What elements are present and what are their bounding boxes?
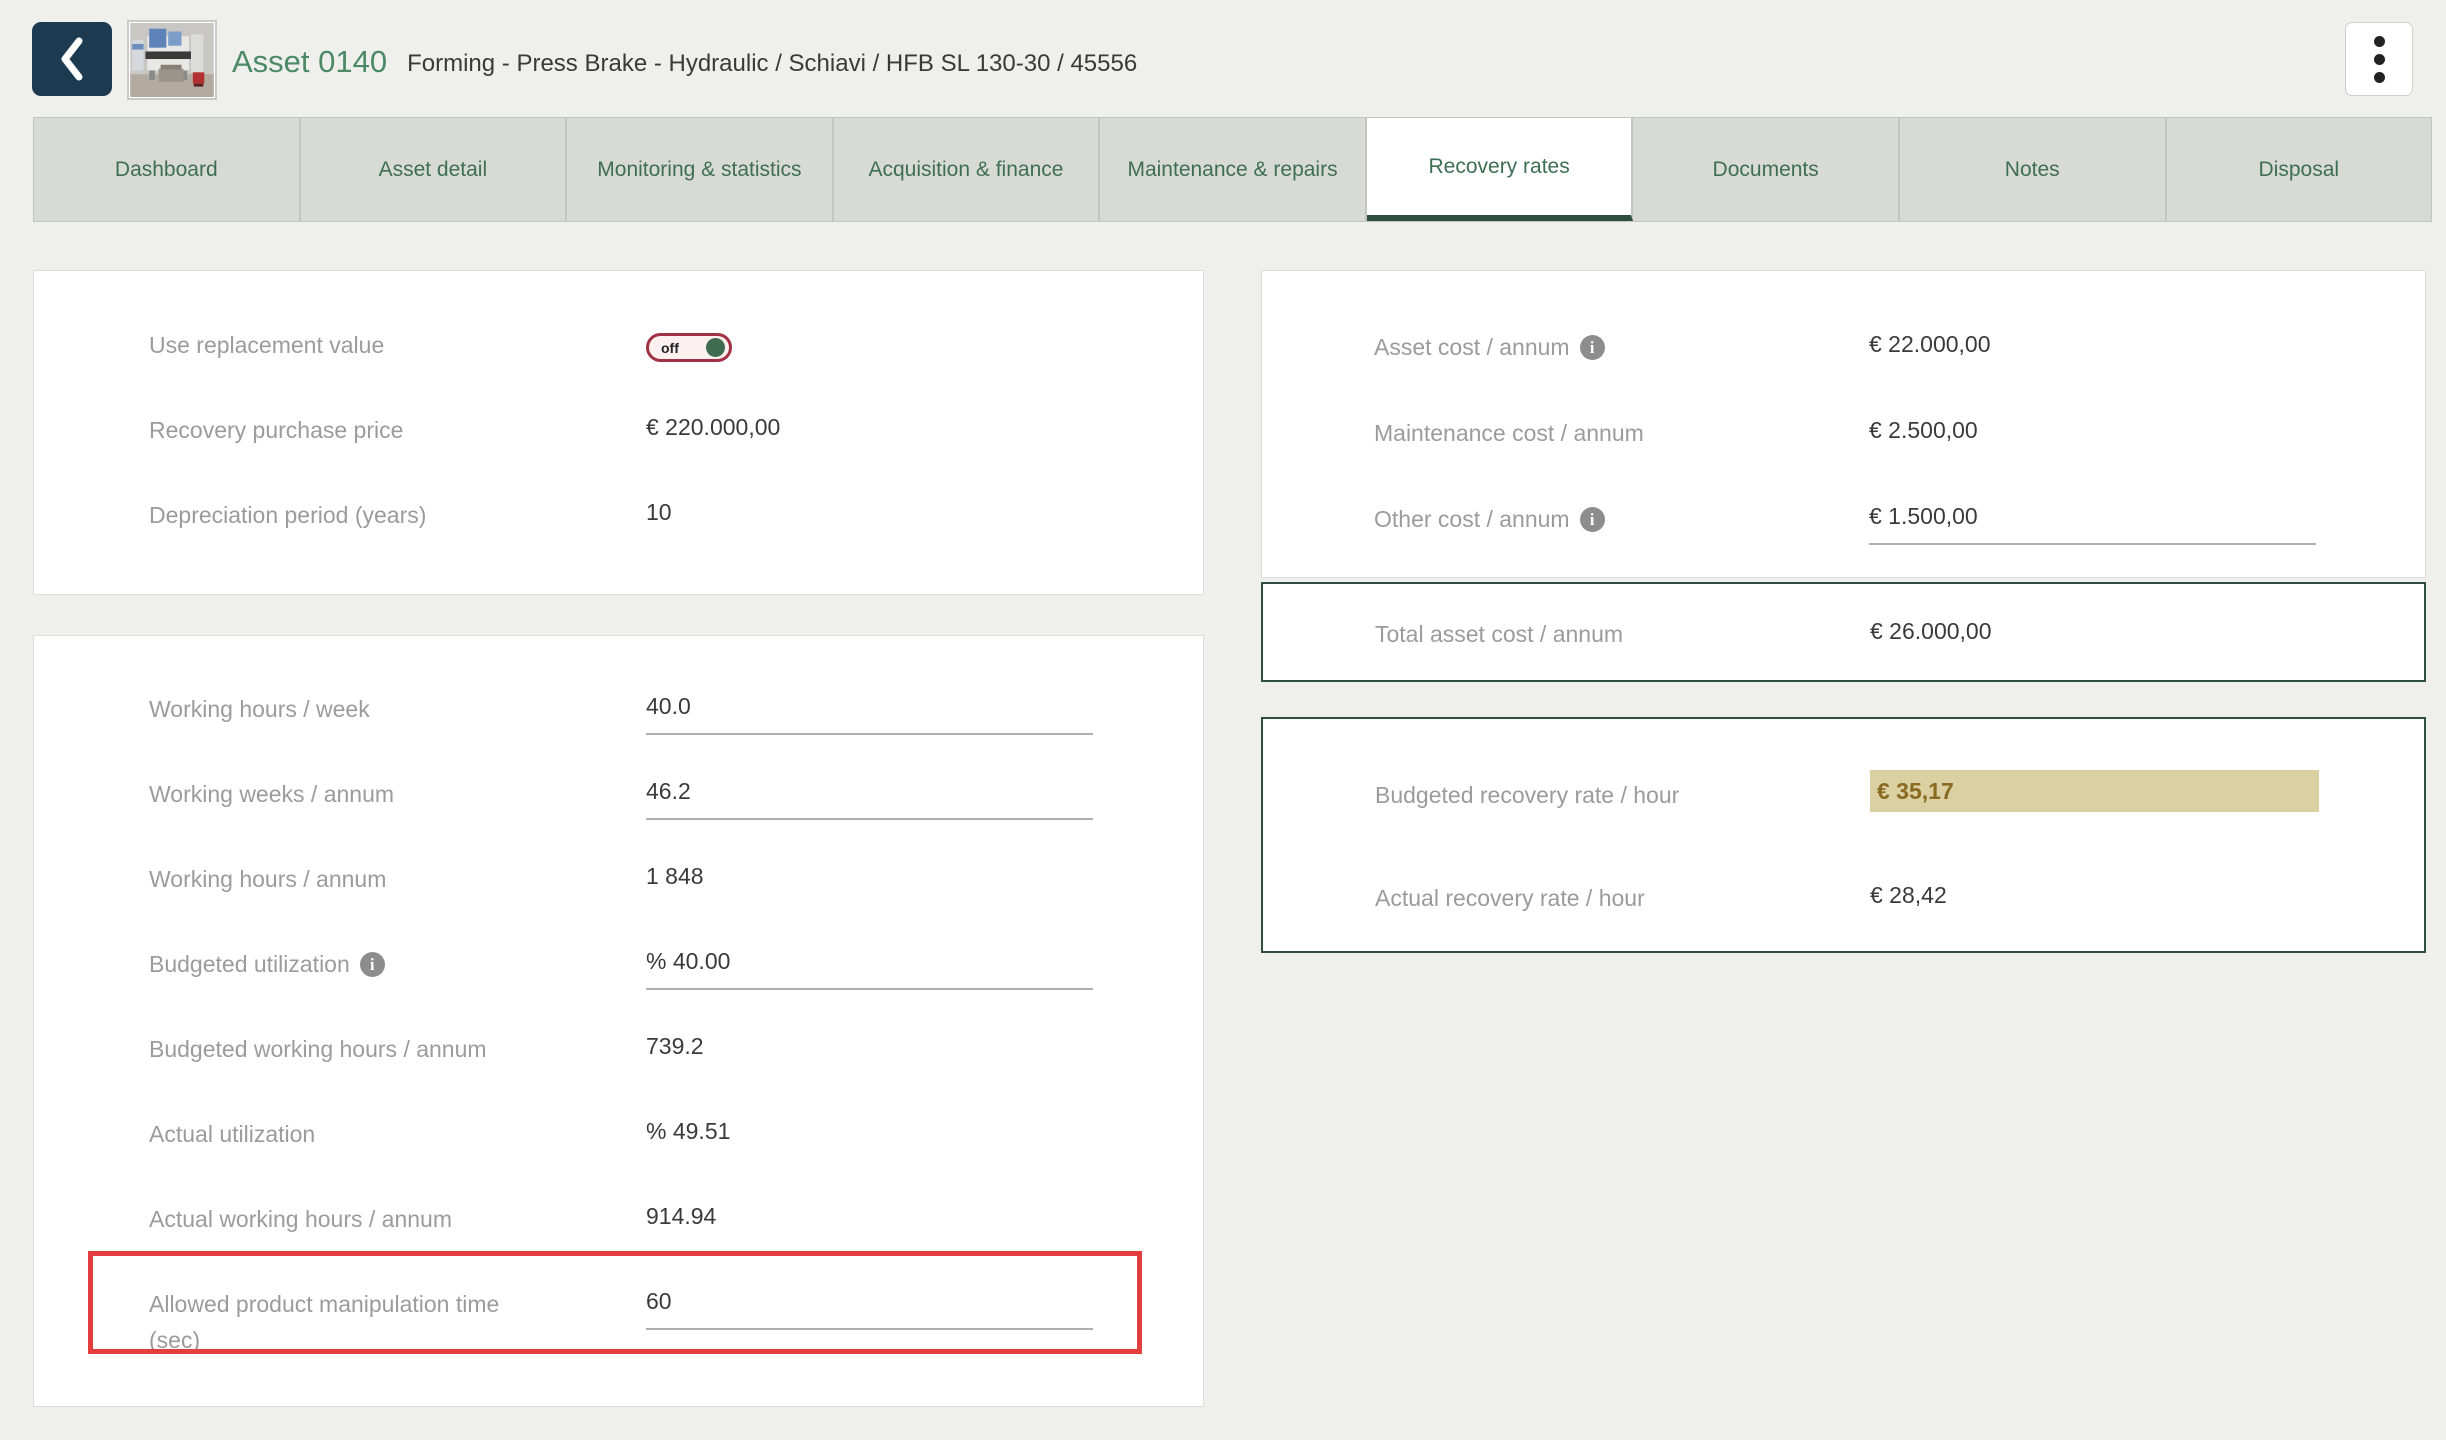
app-window: Asset 0140 Forming - Press Brake - Hydra… (0, 0, 2446, 1440)
tab-asset-detail[interactable]: Asset detail (301, 118, 568, 221)
field-label: Actual working hours / annum (149, 1201, 629, 1237)
asset-cost-panel: Asset cost / annumi € 22.000,00 Maintenanc… (1261, 270, 2426, 578)
field-label: Working hours / week (149, 691, 629, 727)
value-input[interactable]: 46.2 (646, 776, 1093, 820)
field-label: Budgeted recovery rate / hour (1375, 777, 1855, 813)
field-row: Maintenance cost / annum € 2.500,00 (1262, 415, 2425, 501)
asset-thumbnail[interactable] (127, 20, 217, 100)
info-icon[interactable]: i (1580, 335, 1605, 360)
replacement-value-toggle[interactable]: off (646, 333, 732, 362)
page-title: Asset 0140 (232, 38, 387, 80)
field-label: Working hours / annum (149, 861, 629, 897)
field-row: Asset cost / annumi € 22.000,00 (1262, 329, 2425, 415)
value-text: 10 (646, 497, 672, 527)
value-text: € 22.000,00 (1869, 329, 1991, 359)
annotation-red-box (88, 1251, 1142, 1354)
kebab-menu-icon (2374, 32, 2385, 86)
field-row: Working hours / week 40.0 (34, 691, 1203, 776)
field-row: Actual utilization % 49.51 (34, 1116, 1203, 1201)
recovery-rate-box: Budgeted recovery rate / hour€ 35,17Actu… (1261, 717, 2426, 953)
field-label: Use replacement value (149, 327, 629, 363)
field-row: Budgeted recovery rate / hour€ 35,17 (1263, 777, 2424, 880)
field-label: Actual recovery rate / hour (1375, 880, 1855, 916)
back-button[interactable] (32, 22, 112, 96)
field-row: Working weeks / annum 46.2 (34, 776, 1203, 861)
header-titles: Asset 0140 Forming - Press Brake - Hydra… (232, 0, 1137, 118)
chevron-left-icon (56, 36, 88, 82)
value-text: € 220.000,00 (646, 412, 780, 442)
field-label: Asset cost / annumi (1374, 329, 1854, 365)
page-subtitle: Forming - Press Brake - Hydraulic / Schi… (407, 41, 1137, 78)
value-text: € 28,42 (1870, 880, 1947, 910)
field-label: Recovery purchase price (149, 412, 629, 448)
field-row: Recovery purchase price € 220.000,00 (34, 412, 1203, 497)
toggle-state-label: off (661, 340, 679, 356)
field-row: Total asset cost / annum € 26.000,00 (1263, 616, 2424, 676)
info-icon[interactable]: i (360, 952, 385, 977)
more-options-button[interactable] (2345, 22, 2413, 96)
field-label: Budgeted utilizationi (149, 946, 629, 982)
toggle-knob (706, 338, 725, 357)
value-input[interactable]: € 1.500,00 (1869, 501, 2316, 545)
field-label: Maintenance cost / annum (1374, 415, 1854, 451)
field-label: Working weeks / annum (149, 776, 629, 812)
field-row: Use replacement value off (34, 327, 1203, 412)
tab-disposal[interactable]: Disposal (2167, 118, 2432, 221)
value-text: € 35,17 (1870, 770, 2319, 812)
field-row: Budgeted working hours / annum 739.2 (34, 1031, 1203, 1116)
value-text: 1 848 (646, 861, 704, 891)
tab-notes[interactable]: Notes (1900, 118, 2167, 221)
value-text: 914.94 (646, 1201, 716, 1231)
field-label: Budgeted working hours / annum (149, 1031, 629, 1067)
replacement-value-panel: Use replacement value off Recovery purchas… (33, 270, 1204, 595)
field-label: Other cost / annumi (1374, 501, 1854, 537)
tab-documents[interactable]: Documents (1633, 118, 1900, 221)
field-row: Other cost / annumi € 1.500,00 (1262, 501, 2425, 587)
value-text: € 26.000,00 (1870, 616, 1992, 646)
tab-dashboard[interactable]: Dashboard (34, 118, 301, 221)
tab-bar: DashboardAsset detailMonitoring & statis… (33, 117, 2432, 222)
field-row: Working hours / annum 1 848 (34, 861, 1203, 946)
total-asset-cost-box: Total asset cost / annum € 26.000,00 (1261, 582, 2426, 682)
value-text: € 2.500,00 (1869, 415, 1978, 445)
value-input[interactable]: % 40.00 (646, 946, 1093, 990)
tab-recovery-rates[interactable]: Recovery rates (1367, 118, 1634, 221)
field-label: Actual utilization (149, 1116, 629, 1152)
value-text: 739.2 (646, 1031, 704, 1061)
asset-photo (130, 23, 214, 97)
value-input[interactable]: 40.0 (646, 691, 1093, 735)
tab-acquisition-finance[interactable]: Acquisition & finance (834, 118, 1101, 221)
field-label: Total asset cost / annum (1375, 616, 1855, 652)
working-hours-panel: Working hours / week 40.0 Working weeks / … (33, 635, 1204, 1407)
field-row: Budgeted utilizationi % 40.00 (34, 946, 1203, 1031)
tab-monitoring-statistics[interactable]: Monitoring & statistics (567, 118, 834, 221)
field-row: Actual recovery rate / hour € 28,42 (1263, 880, 2424, 983)
tab-maintenance-repairs[interactable]: Maintenance & repairs (1100, 118, 1367, 221)
info-icon[interactable]: i (1580, 507, 1605, 532)
value-text: % 49.51 (646, 1116, 730, 1146)
field-label: Depreciation period (years) (149, 497, 629, 533)
